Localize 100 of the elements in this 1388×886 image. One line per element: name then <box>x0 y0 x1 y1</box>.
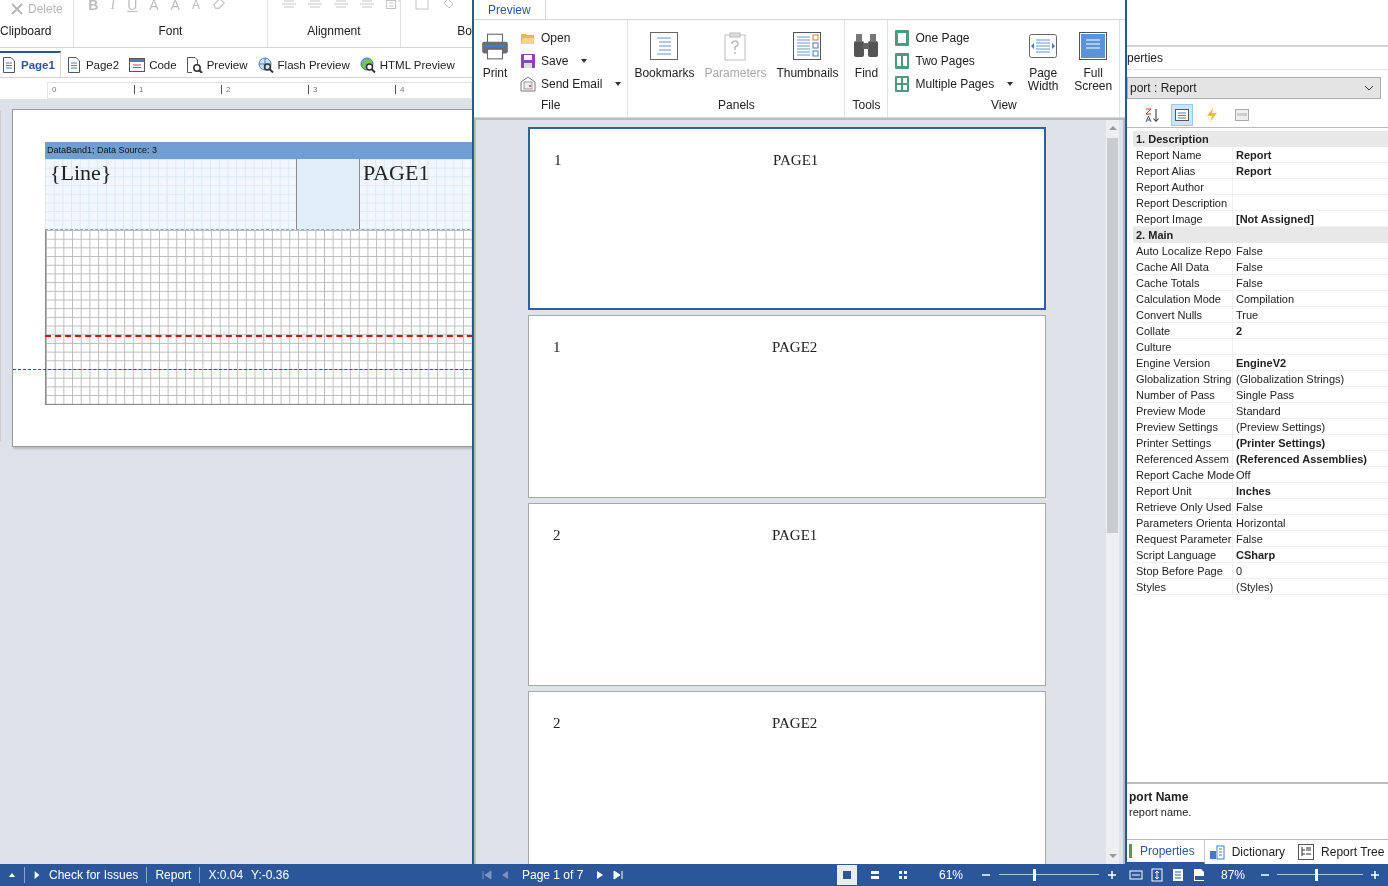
preview-page[interactable]: 1 PAGE2 <box>528 315 1046 498</box>
dropdown-caret-icon[interactable] <box>581 59 588 63</box>
property-value[interactable]: Off <box>1233 467 1251 482</box>
zoom-in-icon[interactable] <box>1370 870 1380 880</box>
property-name[interactable]: Report Unit <box>1133 483 1233 498</box>
property-value[interactable]: (Globalization Strings) <box>1233 371 1345 386</box>
property-name[interactable]: Printer Settings <box>1133 435 1233 450</box>
view-mode-button[interactable] <box>836 865 857 885</box>
property-value[interactable]: False <box>1233 259 1263 274</box>
property-value[interactable]: (Referenced Assemblies) <box>1233 451 1368 466</box>
file-command[interactable]: Send Email <box>520 74 622 94</box>
property-value[interactable]: True <box>1233 307 1259 322</box>
group-label: Font <box>157 23 184 40</box>
page-tab[interactable]: Flash Preview <box>252 51 355 77</box>
dropdown-caret-icon[interactable] <box>615 82 622 86</box>
property-value[interactable]: Report <box>1233 163 1272 178</box>
property-value[interactable]: False <box>1233 243 1263 258</box>
page-tab[interactable]: HTML Preview <box>354 51 460 77</box>
property-value[interactable]: Standard <box>1233 403 1281 418</box>
property-value[interactable]: 2 <box>1233 323 1243 338</box>
view-button[interactable]: Full Screen <box>1073 28 1114 97</box>
property-name[interactable]: Engine Version <box>1133 355 1233 370</box>
category-header[interactable]: 2. Main <box>1133 227 1388 243</box>
property-name[interactable]: Report Author <box>1133 179 1233 194</box>
preview-page[interactable]: 2 PAGE1 <box>528 503 1046 686</box>
check-issues-link[interactable]: Check for Issues <box>49 868 139 882</box>
property-value[interactable]: CSharp <box>1233 547 1276 562</box>
panel-tab[interactable]: Dictionary <box>1206 840 1295 864</box>
property-value[interactable]: Single Pass <box>1233 387 1295 402</box>
property-name[interactable]: Retrieve Only Used <box>1133 499 1233 514</box>
property-name[interactable]: Cache Totals <box>1133 275 1233 290</box>
full-screen-icon <box>1078 31 1109 61</box>
zoom-in-icon[interactable] <box>1107 870 1117 880</box>
print-button[interactable]: Print <box>480 28 510 97</box>
view-command[interactable]: Two Pages <box>894 51 1014 71</box>
group-label: Tools <box>851 97 882 114</box>
property-value[interactable]: (Preview Settings) <box>1233 419 1326 434</box>
property-name[interactable]: Report Description <box>1133 195 1233 210</box>
property-name[interactable]: Stop Before Page <box>1133 563 1233 578</box>
view-command[interactable]: One Page <box>894 28 1014 48</box>
thumbnails-icon <box>792 31 823 61</box>
property-name[interactable]: Report Image <box>1133 211 1233 226</box>
property-value[interactable]: Report <box>1233 147 1272 162</box>
property-name[interactable]: Auto Localize Repo <box>1133 243 1233 258</box>
preview-page[interactable]: 2 PAGE2 <box>528 691 1046 864</box>
group-label: Panels <box>717 97 756 114</box>
page-tab[interactable]: Preview <box>181 51 253 77</box>
property-name[interactable]: Parameters Orienta <box>1133 515 1233 530</box>
panel-button[interactable]: Thumbnails <box>776 28 839 97</box>
property-name[interactable]: Report Cache Mode <box>1133 467 1233 482</box>
property-name[interactable]: Globalization String <box>1133 371 1233 386</box>
preview-page[interactable]: 1 PAGE1 <box>528 127 1046 310</box>
page-icon[interactable] <box>1171 868 1185 882</box>
category-header[interactable]: 1. Description <box>1133 131 1388 147</box>
file-command[interactable]: Open <box>520 28 622 48</box>
page-tab[interactable]: Page2 <box>60 51 125 77</box>
property-name[interactable]: Cache All Data <box>1133 259 1233 274</box>
panel-tab[interactable]: Report Tree <box>1296 840 1388 864</box>
property-value[interactable]: (Printer Settings) <box>1233 435 1326 450</box>
property-name[interactable]: Preview Mode <box>1133 403 1233 418</box>
property-name[interactable]: Report Alias <box>1133 163 1233 178</box>
property-value[interactable]: 0 <box>1233 563 1243 578</box>
property-name[interactable]: Styles <box>1133 579 1233 594</box>
dropdown-caret-icon[interactable] <box>1007 82 1014 86</box>
object-selector[interactable]: port : Report <box>1127 77 1381 99</box>
tree-icon <box>1298 844 1315 860</box>
find-button[interactable]: Find <box>851 28 882 97</box>
last-page-icon[interactable] <box>613 870 624 880</box>
property-value[interactable]: Compilation <box>1233 291 1295 306</box>
property-value[interactable]: EngineV2 <box>1233 355 1287 370</box>
page-tab[interactable]: Code <box>124 51 182 77</box>
property-value[interactable]: Horizontal <box>1233 515 1286 530</box>
property-name[interactable]: Culture <box>1133 339 1233 354</box>
page-tab[interactable]: Page1 <box>0 51 61 77</box>
property-name[interactable]: Convert Nulls <box>1133 307 1233 322</box>
text-field[interactable]: PAGE1 <box>360 159 472 229</box>
property-name[interactable]: Collate <box>1133 323 1233 338</box>
property-value[interactable]: False <box>1233 531 1263 546</box>
property-name[interactable]: Script Language <box>1133 547 1233 562</box>
actual-size-icon[interactable] <box>1192 868 1206 882</box>
view-button[interactable]: Page Width <box>1023 28 1064 97</box>
property-value[interactable]: Inches <box>1233 483 1271 498</box>
caret-icon[interactable] <box>8 871 16 879</box>
property-name[interactable]: Report Name <box>1133 147 1233 162</box>
property-value[interactable]: False <box>1233 275 1263 290</box>
page-counter: Page 1 of 7 <box>522 868 584 882</box>
toolbar-button[interactable] <box>1171 104 1193 126</box>
view-command[interactable]: Multiple Pages <box>894 74 1014 94</box>
play-icon[interactable] <box>33 871 41 879</box>
property-name[interactable]: Referenced Assem <box>1133 451 1233 466</box>
property-value[interactable]: False <box>1233 499 1263 514</box>
property-name[interactable]: Number of Pass <box>1133 387 1233 402</box>
property-name[interactable]: Calculation Mode <box>1133 291 1233 306</box>
property-value[interactable]: [Not Assigned] <box>1233 211 1314 226</box>
panel-button[interactable]: Bookmarks <box>634 28 695 97</box>
property-name[interactable]: Request Parameter <box>1133 531 1233 546</box>
property-value[interactable]: (Styles) <box>1233 579 1274 594</box>
fit-height-icon[interactable] <box>1150 868 1164 882</box>
property-name[interactable]: Preview Settings <box>1133 419 1233 434</box>
file-command[interactable]: Save <box>520 51 622 71</box>
